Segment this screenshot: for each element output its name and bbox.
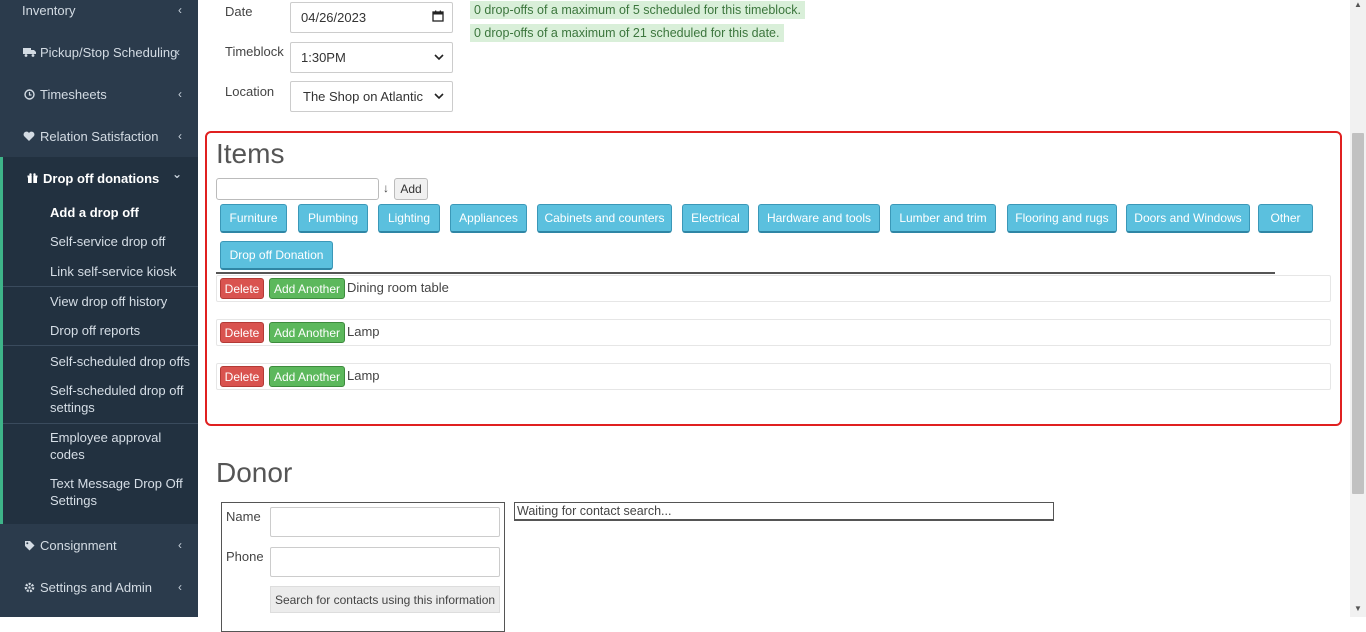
gear-icon (22, 582, 36, 593)
add-another-button[interactable]: Add Another (269, 366, 345, 387)
item-name: Lamp (347, 368, 380, 383)
item-name: Dining room table (347, 280, 449, 295)
add-item-button[interactable]: Add (394, 178, 428, 200)
category-button[interactable]: Doors and Windows (1126, 204, 1250, 233)
date-value: 04/26/2023 (301, 10, 367, 25)
chevron-left-icon: ‹ (178, 580, 182, 594)
category-button[interactable]: Drop off Donation (220, 241, 333, 270)
submenu-divider (3, 345, 198, 346)
search-contacts-button[interactable]: Search for contacts using this informati… (270, 586, 500, 613)
location-value: The Shop on Atlantic (303, 89, 423, 104)
sub-self-scheduled[interactable]: Self-scheduled drop offs (50, 353, 195, 370)
chevron-down-icon (431, 90, 444, 103)
item-name: Lamp (347, 324, 380, 339)
scroll-thumb[interactable] (1352, 133, 1364, 494)
items-divider (216, 272, 1275, 274)
item-row: Delete Add Another Lamp (216, 363, 1331, 390)
clock-icon (22, 88, 36, 100)
donor-phone-label: Phone (226, 549, 264, 564)
sub-text-message-settings[interactable]: Text Message Drop Off Settings (50, 475, 195, 509)
scroll-down-arrow-icon[interactable]: ▼ (1354, 604, 1362, 613)
item-row: Delete Add Another Dining room table (216, 275, 1331, 302)
category-button[interactable]: Electrical (682, 204, 749, 233)
category-button[interactable]: Appliances (450, 204, 527, 233)
nav-settings-label: Settings and Admin (40, 579, 153, 595)
nav-relation-satisfaction[interactable]: Relation Satisfaction ‹ (0, 115, 198, 157)
nav-consignment-label: Consignment (40, 537, 117, 553)
gift-icon (25, 172, 39, 184)
sub-self-scheduled-settings[interactable]: Self-scheduled drop off settings (50, 382, 195, 416)
category-button[interactable]: Flooring and rugs (1007, 204, 1117, 233)
submenu-divider (3, 286, 198, 287)
calendar-icon[interactable] (432, 10, 444, 25)
dropoff-submenu: Add a drop off Self-service drop off Lin… (0, 199, 198, 524)
sub-add-drop-off[interactable]: Add a drop off (50, 204, 195, 221)
donor-phone-input[interactable] (270, 547, 500, 577)
nav-drop-off-donations[interactable]: Drop off donations ⌄ (0, 157, 198, 199)
nav-relation-label: Relation Satisfaction (40, 128, 159, 144)
item-row: Delete Add Another Lamp (216, 319, 1331, 346)
timeblock-label: Timeblock (225, 44, 284, 59)
timeblock-capacity-notice: 0 drop-offs of a maximum of 5 scheduled … (470, 1, 806, 19)
nav-pickup-scheduling[interactable]: Pickup/Stop Scheduling ‹ (0, 31, 198, 73)
delete-item-button[interactable]: Delete (220, 278, 264, 299)
chevron-left-icon: ‹ (178, 3, 182, 17)
timeblock-value: 1:30PM (301, 50, 346, 65)
category-button[interactable]: Lumber and trim (890, 204, 996, 233)
nav-timesheets[interactable]: Timesheets ‹ (0, 73, 198, 115)
chevron-left-icon: ‹ (178, 538, 182, 552)
sub-self-service-drop-off[interactable]: Self-service drop off (50, 233, 195, 250)
category-button[interactable]: Lighting (378, 204, 440, 233)
nav-pickup-label: Pickup/Stop Scheduling (40, 44, 178, 60)
heart-icon (22, 131, 36, 142)
sub-drop-off-reports[interactable]: Drop off reports (50, 322, 195, 339)
add-another-button[interactable]: Add Another (269, 322, 345, 343)
date-capacity-notice: 0 drop-offs of a maximum of 21 scheduled… (470, 24, 784, 42)
category-button[interactable]: Plumbing (298, 204, 368, 233)
page-scrollbar[interactable]: ▲ ▼ (1350, 0, 1366, 617)
donor-heading: Donor (216, 457, 293, 488)
chevron-left-icon: ‹ (178, 129, 182, 143)
category-button[interactable]: Hardware and tools (758, 204, 880, 233)
chevron-left-icon: ‹ (176, 45, 180, 59)
location-label: Location (225, 84, 275, 99)
tag-icon (22, 540, 36, 551)
chevron-left-icon: ‹ (178, 87, 182, 101)
nav-inventory[interactable]: Inventory ‹ (0, 0, 198, 31)
nav-settings-admin[interactable]: Settings and Admin ‹ (0, 566, 198, 608)
category-button[interactable]: Cabinets and counters (537, 204, 672, 233)
add-another-button[interactable]: Add Another (269, 278, 345, 299)
chevron-down-icon (434, 52, 444, 64)
timeblock-select[interactable]: 1:30PM (290, 42, 453, 73)
date-input[interactable]: 04/26/2023 (290, 2, 453, 33)
arrow-down-icon[interactable]: ↓ (383, 181, 389, 195)
nav-timesheets-label: Timesheets (40, 86, 107, 102)
contact-search-status: Waiting for contact search... (514, 502, 1054, 521)
sub-view-history[interactable]: View drop off history (50, 293, 195, 310)
date-label: Date (225, 4, 253, 19)
item-search-input[interactable] (216, 178, 379, 200)
scroll-up-arrow-icon[interactable]: ▲ (1354, 0, 1362, 9)
chevron-down-icon: ⌄ (171, 167, 182, 181)
nav-consignment[interactable]: Consignment ‹ (0, 524, 198, 566)
location-select[interactable]: The Shop on Atlantic (290, 81, 453, 112)
sidebar: Inventory ‹ Pickup/Stop Scheduling ‹ Tim… (0, 0, 198, 617)
main-content: Date 04/26/2023 Timeblock 1:30PM Locatio… (198, 0, 1350, 632)
donor-name-label: Name (226, 509, 261, 524)
sub-employee-approval-codes[interactable]: Employee approval codes (50, 429, 195, 463)
items-heading: Items (216, 138, 285, 169)
truck-icon (22, 47, 36, 57)
nav-inventory-label: Inventory (22, 2, 76, 18)
submenu-divider (3, 423, 198, 424)
category-button[interactable]: Furniture (220, 204, 287, 233)
donor-name-input[interactable] (270, 507, 500, 537)
delete-item-button[interactable]: Delete (220, 322, 264, 343)
nav-dropoff-label: Drop off donations (43, 170, 160, 186)
delete-item-button[interactable]: Delete (220, 366, 264, 387)
sub-link-kiosk[interactable]: Link self-service kiosk (50, 263, 195, 280)
category-button[interactable]: Other (1258, 204, 1313, 233)
